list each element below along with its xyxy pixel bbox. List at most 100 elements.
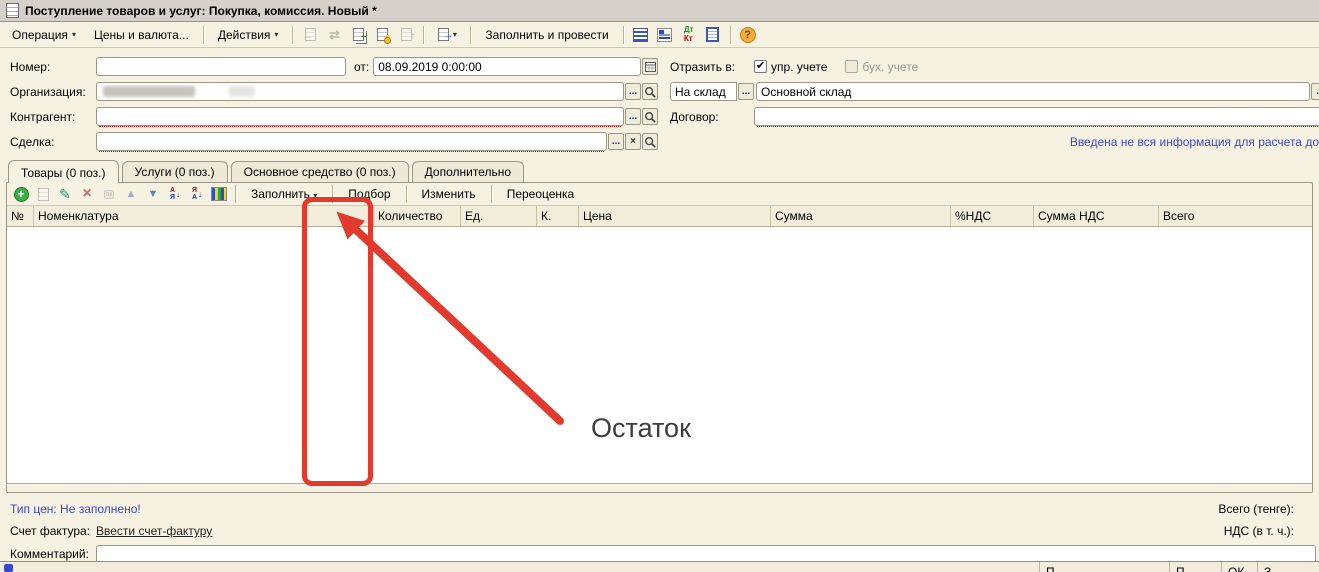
- title-bar: Поступление товаров и услуг: Покупка, ко…: [0, 0, 1319, 22]
- add-row-icon[interactable]: +: [11, 185, 31, 204]
- comment-input[interactable]: [97, 547, 1315, 562]
- chevron-down-icon: ▾: [72, 30, 76, 39]
- grid-body-empty[interactable]: [7, 227, 1312, 484]
- tab-services[interactable]: Услуги (0 поз.): [122, 161, 228, 182]
- col-nomenclature[interactable]: Номенклатура: [34, 206, 374, 226]
- date-field-wrap: [373, 57, 641, 76]
- grid-toolbar: + ✎ × ок ▲ ▼ АЯ↓ ЯА↓ Заполнить ▾ Подбор …: [7, 183, 1312, 206]
- tab-goods[interactable]: Товары (0 поз.): [8, 160, 119, 183]
- counterparty-label: Контрагент:: [10, 110, 96, 124]
- col-sum[interactable]: Сумма: [771, 206, 951, 226]
- checkbox-checked-icon: [754, 60, 767, 73]
- clear-button[interactable]: ×: [625, 133, 641, 150]
- dt-kt-postings-icon[interactable]: ДтКт: [678, 24, 700, 46]
- total-label: Всего (тенге):: [1218, 502, 1319, 516]
- select-ellipsis-button[interactable]: ...: [625, 108, 641, 125]
- bottom-button-fragment[interactable]: П: [1039, 562, 1169, 572]
- actions-menu-button[interactable]: Действия ▾: [210, 25, 287, 45]
- tab-strip: Товары (0 поз.) Услуги (0 поз.) Основное…: [0, 158, 1319, 182]
- tab-additional[interactable]: Дополнительно: [412, 161, 524, 182]
- select-ellipsis-button[interactable]: ...: [608, 133, 624, 150]
- structure-subordination-icon[interactable]: [630, 24, 652, 46]
- col-vat-sum[interactable]: Сумма НДС: [1034, 206, 1159, 226]
- price-type-status[interactable]: Тип цен: Не заполнено!: [10, 502, 141, 516]
- change-button[interactable]: Изменить: [413, 184, 485, 204]
- col-number[interactable]: №: [7, 206, 34, 226]
- reflect-label: Отразить в:: [670, 60, 754, 74]
- document-settings-icon[interactable]: [654, 24, 676, 46]
- col-price[interactable]: Цена: [579, 206, 771, 226]
- toolbar-separator: [406, 185, 407, 203]
- end-edit-icon: ок: [99, 185, 119, 204]
- bottom-button-strip: П П ОК З: [0, 561, 1319, 572]
- warehouse-toggle[interactable]: ...: [670, 82, 754, 101]
- goods-tab-panel: + ✎ × ок ▲ ▼ АЯ↓ ЯА↓ Заполнить ▾ Подбор …: [6, 182, 1313, 493]
- edit-row-icon[interactable]: ✎: [55, 185, 75, 204]
- magnifier-icon[interactable]: [642, 108, 658, 125]
- magnifier-icon[interactable]: [642, 133, 658, 150]
- select-ellipsis-button-clipped[interactable]: ..: [1311, 83, 1319, 100]
- chevron-down-icon: ▾: [453, 30, 457, 39]
- reprice-button[interactable]: Переоценка: [498, 184, 584, 204]
- copy-row-icon: [33, 185, 53, 204]
- col-total[interactable]: Всего: [1159, 206, 1312, 226]
- fill-and-post-button[interactable]: Заполнить и провести: [477, 25, 616, 45]
- toolbar-separator: [423, 26, 424, 44]
- mgmt-accounting-checkbox[interactable]: упр. учете: [754, 60, 827, 74]
- comment-label: Комментарий:: [10, 547, 96, 561]
- toolbar-separator: [623, 26, 624, 44]
- select-ellipsis-button[interactable]: ...: [738, 83, 754, 100]
- number-input[interactable]: [97, 59, 345, 74]
- delete-row-icon[interactable]: ×: [77, 185, 97, 204]
- copy-document-icon[interactable]: +: [347, 24, 369, 46]
- prices-currency-button[interactable]: Цены и валюта...: [86, 25, 197, 45]
- report-icon[interactable]: [702, 24, 724, 46]
- col-unit[interactable]: Ед.: [461, 206, 537, 226]
- deal-label: Сделка:: [10, 135, 96, 149]
- help-icon[interactable]: ?: [737, 24, 759, 46]
- fields-left-column: Номер: от: Организация: ...: [10, 54, 658, 154]
- counterparty-field-wrap: [96, 107, 624, 126]
- bottom-button-fragment[interactable]: П: [1169, 562, 1221, 572]
- bottom-button-fragment[interactable]: З: [1257, 562, 1319, 572]
- warehouse-field-wrap: [756, 82, 1310, 101]
- select-ellipsis-button[interactable]: ...: [625, 83, 641, 100]
- date-prefix-label: от:: [354, 60, 369, 74]
- deal-input[interactable]: [97, 134, 606, 149]
- tab-fixed-asset[interactable]: Основное средство (0 поз.): [231, 161, 409, 182]
- col-quantity[interactable]: Количество: [374, 206, 461, 226]
- deal-field-wrap: [96, 132, 607, 151]
- organization-value-redacted: [103, 86, 195, 97]
- operation-menu-button[interactable]: Операция ▾: [4, 25, 84, 45]
- sort-ascending-icon[interactable]: АЯ↓: [165, 185, 185, 204]
- calendar-icon[interactable]: [642, 58, 658, 75]
- fill-menu-button[interactable]: Заполнить ▾: [242, 184, 326, 204]
- create-based-on-icon[interactable]: → ▾: [430, 24, 464, 46]
- counterparty-input[interactable]: [97, 109, 623, 124]
- move-up-icon[interactable]: ▲: [121, 185, 141, 204]
- date-input[interactable]: [374, 59, 640, 74]
- col-coefficient[interactable]: К.: [537, 206, 579, 226]
- ok-button-fragment[interactable]: ОК: [1221, 562, 1257, 572]
- set-prices-icon[interactable]: [209, 185, 229, 204]
- sort-descending-icon[interactable]: ЯА↓: [187, 185, 207, 204]
- fields-right-column: Отразить в: упр. учете бух. учете ...: [658, 54, 1319, 154]
- enter-invoice-link[interactable]: Ввести счет-фактуру: [96, 524, 212, 538]
- post-document-icon[interactable]: [371, 24, 393, 46]
- unpost-document-icon: ↑: [395, 24, 417, 46]
- invoice-label: Счет фактура:: [10, 524, 96, 538]
- chevron-down-icon: ▾: [313, 191, 317, 200]
- move-down-icon[interactable]: ▼: [143, 185, 163, 204]
- warehouse-toggle-input[interactable]: [671, 84, 736, 99]
- toolbar-separator: [292, 26, 293, 44]
- contract-label: Договор:: [670, 110, 754, 124]
- buh-accounting-checkbox: бух. учете: [845, 60, 918, 74]
- advice-icon: [4, 564, 13, 572]
- warehouse-input[interactable]: [757, 84, 1309, 99]
- contract-input[interactable]: [755, 109, 1319, 124]
- vat-label: НДС (в т. ч.):: [1224, 524, 1319, 538]
- toolbar-separator: [491, 185, 492, 203]
- magnifier-icon[interactable]: [642, 83, 658, 100]
- col-vat-percent[interactable]: %НДС: [951, 206, 1034, 226]
- pick-button[interactable]: Подбор: [339, 184, 399, 204]
